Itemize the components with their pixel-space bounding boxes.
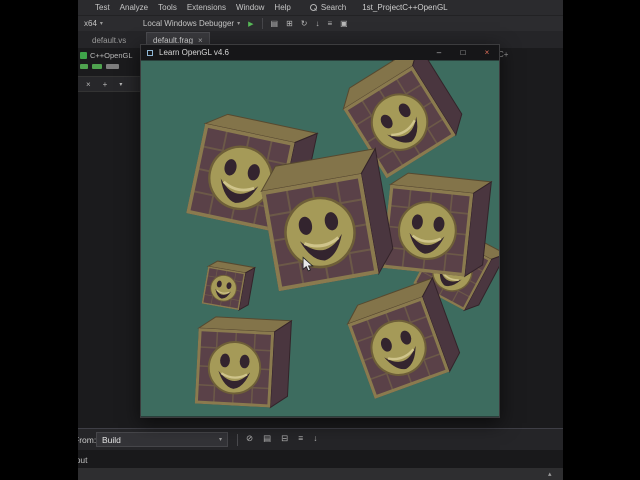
clear-all-icon[interactable]: ⊘	[246, 433, 253, 444]
new-window-icon[interactable]: ⊞	[286, 19, 293, 28]
opengl-window: Learn OpenGL v4.6 – □ ×	[140, 44, 500, 418]
code-fragment-row	[80, 64, 119, 69]
bottom-scrollbar[interactable]: ▴	[0, 468, 640, 480]
app-icon	[147, 49, 153, 56]
project-node[interactable]: C++OpenGL	[80, 50, 133, 61]
window-controls: – □ ×	[427, 45, 499, 60]
textured-cube	[201, 260, 257, 312]
panel-toolbar: × + ▾	[78, 76, 140, 92]
solution-name-label: 1st_ProjectC++OpenGL	[362, 3, 448, 12]
letterbox-left	[0, 0, 78, 480]
scroll-to-end-icon[interactable]: ↓	[313, 433, 317, 444]
menu-item-extensions[interactable]: Extensions	[182, 3, 231, 12]
opengl-window-title: Learn OpenGL v4.6	[159, 48, 229, 57]
code-fragment	[80, 64, 88, 69]
add-item-icon[interactable]: +	[103, 80, 108, 89]
start-debugging-icon[interactable]: ▶	[248, 20, 253, 28]
close-icon[interactable]: ×	[475, 45, 499, 60]
chevron-up-icon[interactable]: ▴	[548, 470, 552, 478]
messages-icon[interactable]: ▤	[263, 433, 271, 444]
textured-cube	[260, 147, 394, 292]
platform-selector[interactable]: x64 ▾	[84, 19, 103, 28]
chevron-down-icon: ▾	[237, 21, 241, 27]
debug-toolbar: x64 ▾ Local Windows Debugger ▾ ▶ ▤ ⊞ ↻ ↓…	[0, 15, 640, 31]
step-into-icon[interactable]: ↓	[315, 19, 319, 28]
platform-value: x64	[84, 19, 97, 28]
project-node-label: C++OpenGL	[90, 51, 133, 60]
minimize-icon[interactable]: –	[427, 45, 451, 60]
close-panel-icon[interactable]: ×	[86, 80, 91, 89]
menu-icon[interactable]: ≡	[327, 19, 332, 28]
collapse-icon[interactable]: ⊟	[281, 433, 288, 444]
menu-bar: Test Analyze Tools Extensions Window Hel…	[0, 0, 640, 15]
chevron-down-icon[interactable]: ▾	[119, 81, 122, 88]
maximize-icon[interactable]: □	[451, 45, 475, 60]
output-source-dropdown[interactable]: Build ▾	[96, 432, 228, 447]
opengl-window-titlebar[interactable]: Learn OpenGL v4.6 – □ ×	[141, 45, 499, 60]
chevron-down-icon: ▾	[218, 437, 222, 443]
output-window-icon[interactable]: ▤	[271, 19, 279, 28]
cpp-project-icon	[80, 52, 87, 59]
refresh-icon[interactable]: ↻	[301, 19, 308, 28]
letterbox-right	[563, 0, 640, 480]
debug-target-selector[interactable]: Local Windows Debugger ▾	[143, 19, 240, 28]
toolbar-icon-group: ▤ ⊞ ↻ ↓ ≡ ▣	[271, 19, 348, 28]
toolbar-separator	[237, 434, 238, 446]
menu-item-window[interactable]: Window	[231, 3, 269, 12]
gl-canvas[interactable]	[141, 60, 499, 417]
textured-cube	[381, 172, 493, 278]
output-icon-group: ⊘ ▤ ⊟ ≡ ↓	[246, 433, 318, 444]
menu-item-analyze[interactable]: Analyze	[115, 3, 153, 12]
tab-label: default.vs	[92, 35, 127, 45]
vs-ide-screen: Test Analyze Tools Extensions Window Hel…	[0, 0, 640, 480]
menu-item-help[interactable]: Help	[269, 3, 295, 12]
textured-cube	[194, 316, 293, 409]
toolbar-separator	[261, 18, 263, 29]
output-toolbar: From: Build ▾ ⊘ ▤ ⊟ ≡ ↓	[0, 428, 640, 450]
menu-item-test[interactable]: Test	[90, 3, 115, 12]
debug-target-value: Local Windows Debugger	[142, 19, 235, 28]
search-label: Search	[320, 3, 347, 12]
search-box[interactable]: Search	[309, 3, 347, 12]
word-wrap-icon[interactable]: ≡	[298, 433, 303, 444]
output-source-value: Build	[102, 434, 121, 445]
search-icon	[309, 4, 317, 11]
opengl-viewport[interactable]	[141, 60, 499, 417]
break-all-icon[interactable]: ▣	[340, 19, 348, 28]
bottom-panel-tab-bar: Output	[0, 450, 640, 468]
menu-item-tools[interactable]: Tools	[153, 3, 182, 12]
code-fragment	[106, 64, 119, 69]
chevron-down-icon: ▾	[99, 21, 103, 27]
code-fragment	[92, 64, 102, 69]
tab-default-vs[interactable]: default.vs	[86, 32, 132, 48]
